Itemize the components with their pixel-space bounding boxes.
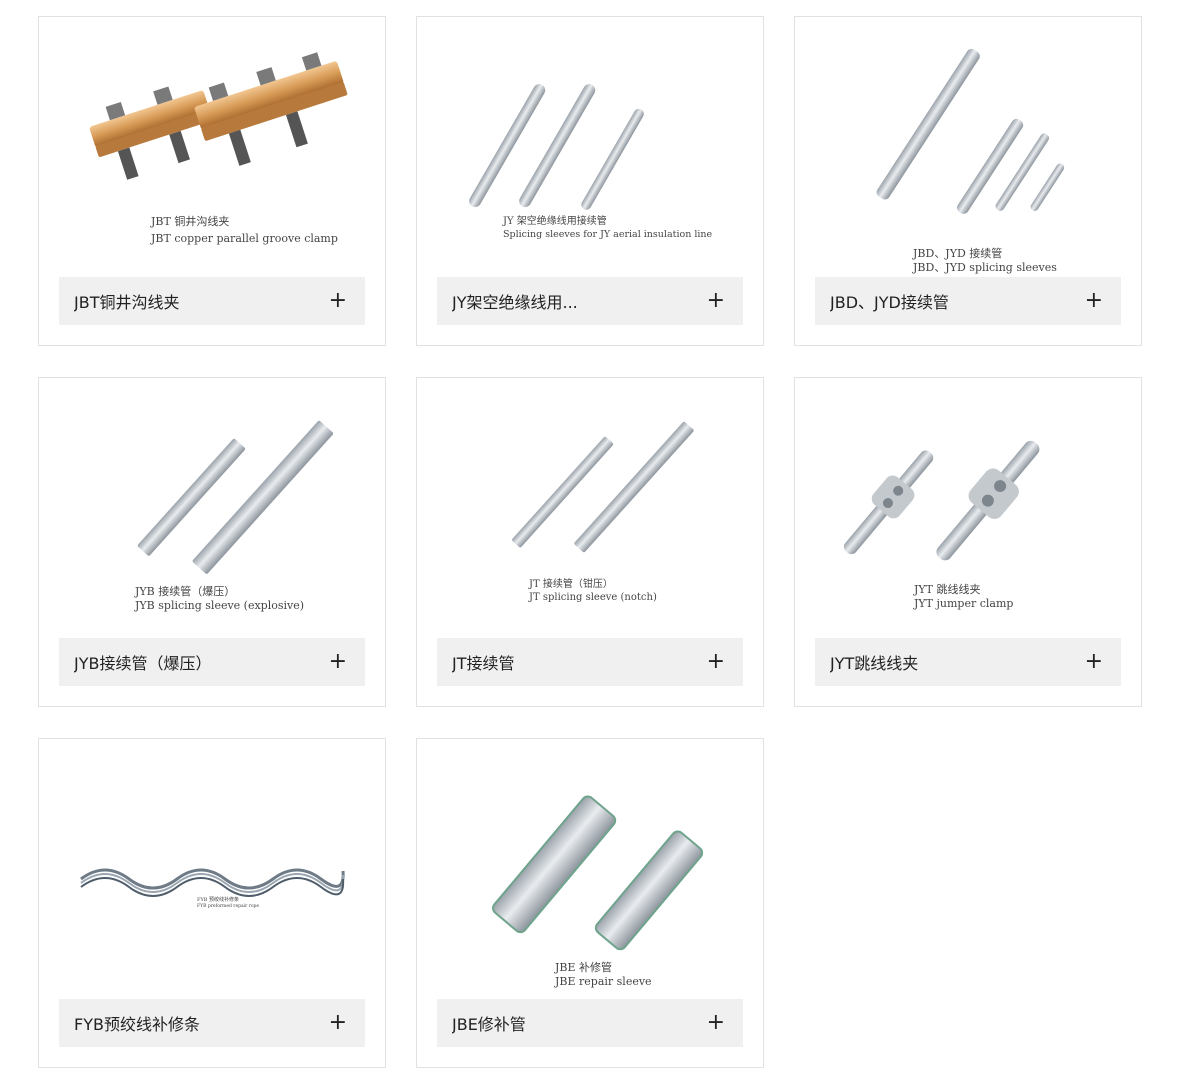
product-caption-en: FYB preformed repair rope	[197, 903, 259, 909]
product-caption-en: JBD、JYD splicing sleeves	[912, 261, 1057, 274]
product-title-bar[interactable]: JBD、JYD接续管 +	[815, 277, 1121, 325]
product-caption-en: JYB splicing sleeve (explosive)	[134, 599, 304, 612]
expand-plus-icon[interactable]: +	[1085, 651, 1103, 673]
product-image[interactable]: JYT 跳线线夹 JYT jumper clamp	[815, 398, 1121, 638]
product-card[interactable]: FYB 预绞线补修条 FYB preformed repair rope FYB…	[38, 738, 386, 1068]
expand-plus-icon[interactable]: +	[1085, 290, 1103, 312]
product-grid: JBT 铜井沟线夹 JBT copper parallel groove cla…	[38, 16, 1142, 1068]
product-image[interactable]: JYB 接续管（爆压） JYB splicing sleeve (explosi…	[59, 398, 365, 638]
product-image[interactable]: JT 接续管（钳压） JT splicing sleeve (notch)	[437, 398, 743, 638]
product-card[interactable]: JYT 跳线线夹 JYT jumper clamp JYT跳线线夹 +	[794, 377, 1142, 707]
product-title[interactable]: JBD、JYD接续管	[830, 289, 949, 313]
product-image[interactable]: JBT 铜井沟线夹 JBT copper parallel groove cla…	[59, 37, 365, 277]
product-title-bar[interactable]: JBE修补管 +	[437, 999, 743, 1047]
product-caption-cn: JBD、JYD 接续管	[912, 246, 1002, 260]
product-image[interactable]: FYB 预绞线补修条 FYB preformed repair rope	[59, 759, 365, 999]
product-caption-cn: JYT 跳线线夹	[913, 582, 981, 596]
product-card[interactable]: JBE 补修管 JBE repair sleeve JBE修补管 +	[416, 738, 764, 1068]
product-title[interactable]: JYT跳线线夹	[830, 650, 918, 674]
product-title-bar[interactable]: JYB接续管（爆压） +	[59, 638, 365, 686]
product-card[interactable]: JBT 铜井沟线夹 JBT copper parallel groove cla…	[38, 16, 386, 346]
expand-plus-icon[interactable]: +	[707, 290, 725, 312]
product-card[interactable]: JT 接续管（钳压） JT splicing sleeve (notch) JT…	[416, 377, 764, 707]
product-title[interactable]: FYB预绞线补修条	[74, 1011, 200, 1035]
product-caption-cn: JT 接续管（钳压）	[528, 577, 613, 590]
product-caption-cn: JBT 铜井沟线夹	[150, 214, 229, 228]
product-image[interactable]: JBD、JYD 接续管 JBD、JYD splicing sleeves	[815, 37, 1121, 277]
product-caption-en: JBT copper parallel groove clamp	[150, 232, 338, 245]
product-caption-cn: FYB 预绞线补修条	[197, 896, 239, 903]
product-title[interactable]: JBE修补管	[452, 1011, 526, 1035]
product-title-bar[interactable]: JYT跳线线夹 +	[815, 638, 1121, 686]
product-image[interactable]: JY 架空绝缘线用接续管 Splicing sleeves for JY aer…	[437, 37, 743, 277]
product-card[interactable]: JYB 接续管（爆压） JYB splicing sleeve (explosi…	[38, 377, 386, 707]
product-caption-cn: JYB 接续管（爆压）	[134, 584, 235, 598]
product-caption-en: JBE repair sleeve	[554, 975, 652, 988]
product-title-bar[interactable]: FYB预绞线补修条 +	[59, 999, 365, 1047]
product-caption-cn: JY 架空绝缘线用接续管	[502, 214, 607, 227]
expand-plus-icon[interactable]: +	[329, 290, 347, 312]
product-title[interactable]: JY架空绝缘线用...	[452, 289, 578, 313]
product-caption-en: Splicing sleeves for JY aerial insulatio…	[503, 229, 713, 240]
product-caption-cn: JBE 补修管	[554, 960, 612, 974]
product-title[interactable]: JT接续管	[452, 650, 515, 674]
product-card[interactable]: JBD、JYD 接续管 JBD、JYD splicing sleeves JBD…	[794, 16, 1142, 346]
expand-plus-icon[interactable]: +	[329, 1012, 347, 1034]
product-caption-en: JT splicing sleeve (notch)	[528, 592, 657, 603]
product-title-bar[interactable]: JBT铜井沟线夹 +	[59, 277, 365, 325]
product-image[interactable]: JBE 补修管 JBE repair sleeve	[437, 759, 743, 999]
product-caption-en: JYT jumper clamp	[913, 597, 1013, 610]
expand-plus-icon[interactable]: +	[707, 651, 725, 673]
product-card[interactable]: JY 架空绝缘线用接续管 Splicing sleeves for JY aer…	[416, 16, 764, 346]
product-title[interactable]: JBT铜井沟线夹	[74, 289, 179, 313]
product-title-bar[interactable]: JY架空绝缘线用... +	[437, 277, 743, 325]
expand-plus-icon[interactable]: +	[329, 651, 347, 673]
product-title[interactable]: JYB接续管（爆压）	[74, 650, 211, 674]
product-title-bar[interactable]: JT接续管 +	[437, 638, 743, 686]
expand-plus-icon[interactable]: +	[707, 1012, 725, 1034]
